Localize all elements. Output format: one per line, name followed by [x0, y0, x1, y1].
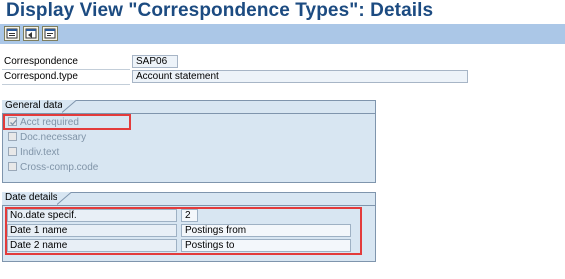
label-underline — [2, 69, 130, 70]
next-entry-icon — [43, 27, 57, 40]
tab-edge — [56, 192, 72, 205]
date-details-title: Date details — [5, 192, 58, 203]
label-underline — [2, 84, 130, 85]
checkbox-empty-icon — [8, 132, 17, 141]
cross-comp-code-label: Cross-comp.code — [20, 162, 99, 173]
date-details-tab: Date details — [2, 192, 72, 205]
window-title: Display View "Correspondence Types": Det… — [6, 0, 434, 21]
highlight-date-details — [5, 207, 362, 255]
general-data-group: General data Acct required Doc.necessary… — [2, 100, 376, 183]
indiv-text-checkbox[interactable]: Indiv.text — [8, 146, 59, 160]
tab-edge — [61, 100, 77, 113]
previous-entry-button[interactable] — [23, 26, 39, 41]
other-entry-icon — [5, 27, 19, 40]
cross-comp-code-checkbox[interactable]: Cross-comp.code — [8, 161, 98, 175]
checkbox-empty-icon — [8, 162, 17, 171]
other-entry-button[interactable] — [4, 26, 20, 41]
details-screen: Correspondence SAP06 Correspond.type Acc… — [0, 44, 565, 279]
general-data-tab: General data — [2, 100, 77, 113]
title-bar: Display View "Correspondence Types": Det… — [0, 0, 565, 24]
indiv-text-label: Indiv.text — [20, 147, 60, 158]
next-entry-button[interactable] — [42, 26, 58, 41]
doc-necessary-checkbox[interactable]: Doc.necessary — [8, 131, 86, 145]
correspondence-field[interactable]: SAP06 — [132, 55, 178, 68]
correspond-type-label: Correspond.type — [4, 71, 78, 82]
previous-entry-icon — [24, 27, 38, 40]
general-data-title: General data — [5, 100, 63, 111]
application-toolbar — [0, 24, 565, 44]
correspond-type-field[interactable]: Account statement — [132, 70, 468, 83]
group-divider — [2, 205, 376, 206]
correspondence-label: Correspondence — [4, 56, 78, 67]
doc-necessary-label: Doc.necessary — [20, 132, 87, 143]
checkbox-empty-icon — [8, 147, 17, 156]
highlight-acct-required — [3, 114, 131, 130]
